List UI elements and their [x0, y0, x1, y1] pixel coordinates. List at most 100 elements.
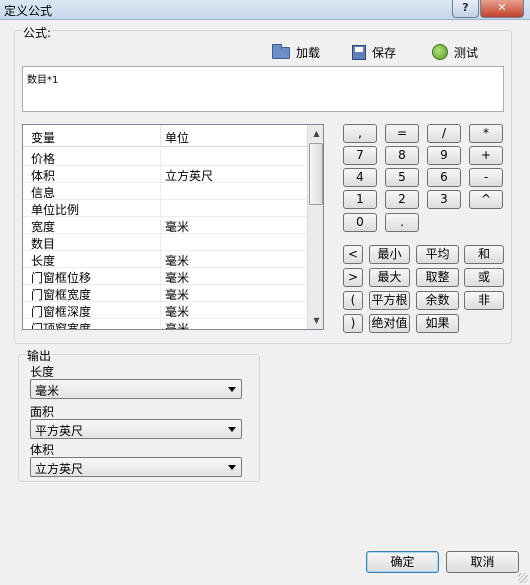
title-bar[interactable]: 定义公式 ? ✕: [0, 0, 530, 20]
cell-variable: 价格: [31, 152, 56, 166]
key-abs[interactable]: 绝对值: [369, 314, 410, 333]
cell-variable: 门窗框宽度: [31, 288, 92, 302]
volume-unit-select[interactable]: 立方英尺: [30, 457, 242, 477]
cancel-button[interactable]: 取消: [446, 551, 519, 573]
cell-variable: 信息: [31, 186, 56, 200]
cell-unit: 毫米: [165, 288, 190, 302]
key-6[interactable]: 6: [427, 168, 461, 187]
key-round[interactable]: 取整: [416, 268, 459, 287]
key-equals[interactable]: =: [385, 124, 419, 143]
key-power[interactable]: ^: [469, 190, 503, 209]
cell-variable: 单位比例: [31, 203, 80, 217]
cell-variable: 数目: [31, 237, 56, 251]
table-row[interactable]: 长度 毫米: [23, 251, 307, 268]
table-row[interactable]: 门窗框深度 毫米: [23, 302, 307, 319]
header-divider: [160, 125, 161, 147]
key-divide[interactable]: /: [427, 124, 461, 143]
key-sqrt[interactable]: 平方根: [369, 291, 410, 310]
key-min[interactable]: 最小: [369, 245, 410, 264]
cell-variable: 门窗框位移: [31, 271, 92, 285]
window-title: 定义公式: [4, 4, 53, 18]
key-greater-than[interactable]: >: [343, 268, 363, 287]
key-or[interactable]: 或: [464, 268, 504, 287]
chevron-down-icon: [228, 427, 236, 432]
ok-button[interactable]: 确定: [366, 551, 439, 573]
chevron-down-icon: [228, 387, 236, 392]
scroll-up-arrow-icon[interactable]: ▲: [308, 125, 323, 142]
table-row[interactable]: 门窗框宽度 毫米: [23, 285, 307, 302]
key-3[interactable]: 3: [427, 190, 461, 209]
key-4[interactable]: 4: [343, 168, 377, 187]
volume-unit-value: 立方英尺: [35, 462, 84, 476]
volume-label: 体积: [30, 443, 55, 457]
key-9[interactable]: 9: [427, 146, 461, 165]
table-row[interactable]: 价格: [23, 149, 307, 166]
define-formula-dialog: 定义公式 ? ✕ 公式: 加载 保存 测试 数目*1 变量 单位 价格 体积 立方…: [0, 0, 530, 585]
output-group-label: 输出: [26, 347, 53, 364]
close-button[interactable]: ✕: [480, 0, 524, 18]
chevron-down-icon: [228, 465, 236, 470]
table-row[interactable]: 门顶窗宽度 毫米: [23, 319, 307, 330]
key-plus[interactable]: +: [469, 146, 503, 165]
key-0[interactable]: 0: [343, 213, 377, 232]
table-row[interactable]: 信息: [23, 183, 307, 200]
key-8[interactable]: 8: [385, 146, 419, 165]
table-row[interactable]: 体积 立方英尺: [23, 166, 307, 183]
cell-unit: 毫米: [165, 220, 190, 234]
key-multiply[interactable]: *: [469, 124, 503, 143]
test-label: 测试: [454, 45, 479, 60]
scroll-thumb[interactable]: [309, 143, 323, 205]
floppy-save-icon: [352, 44, 366, 60]
key-modulo[interactable]: 余数: [416, 291, 459, 310]
scroll-down-arrow-icon[interactable]: ▼: [308, 312, 323, 329]
key-open-paren[interactable]: (: [343, 291, 363, 310]
key-2[interactable]: 2: [385, 190, 419, 209]
cell-unit: 毫米: [165, 305, 190, 319]
key-minus[interactable]: -: [469, 168, 503, 187]
table-scrollbar[interactable]: ▲ ▼: [307, 125, 323, 329]
key-comma[interactable]: ,: [343, 124, 377, 143]
variables-table[interactable]: 变量 单位 价格 体积 立方英尺 信息 单位比例 宽度 毫米 数目 长度 毫米 门窗框…: [22, 124, 324, 330]
key-average[interactable]: 平均: [416, 245, 459, 264]
table-row[interactable]: 门窗框位移 毫米: [23, 268, 307, 285]
key-if[interactable]: 如果: [416, 314, 459, 333]
key-1[interactable]: 1: [343, 190, 377, 209]
cell-unit: 毫米: [165, 271, 190, 285]
resize-grip-icon[interactable]: [518, 573, 528, 583]
table-row[interactable]: 数目: [23, 234, 307, 251]
key-not[interactable]: 非: [464, 291, 504, 310]
cell-unit: 毫米: [165, 322, 190, 330]
formula-group-label: 公式:: [22, 24, 53, 41]
cell-variable: 门顶窗宽度: [31, 322, 92, 330]
folder-icon: [272, 44, 290, 59]
cell-unit: 立方英尺: [165, 169, 214, 183]
column-header-unit[interactable]: 单位: [165, 129, 189, 146]
cell-variable: 门窗框深度: [31, 305, 92, 319]
save-button[interactable]: 保存: [352, 42, 396, 62]
cell-unit: 毫米: [165, 254, 190, 268]
table-header: 变量 单位: [23, 125, 307, 147]
table-row[interactable]: 单位比例: [23, 200, 307, 217]
load-button[interactable]: 加载: [272, 42, 320, 62]
table-row[interactable]: 宽度 毫米: [23, 217, 307, 234]
test-icon: [432, 44, 448, 60]
help-button[interactable]: ?: [452, 0, 479, 18]
key-max[interactable]: 最大: [369, 268, 410, 287]
key-and[interactable]: 和: [464, 245, 504, 264]
key-5[interactable]: 5: [385, 168, 419, 187]
cell-variable: 长度: [31, 254, 56, 268]
column-header-variable[interactable]: 变量: [31, 129, 55, 146]
test-button[interactable]: 测试: [432, 42, 478, 62]
cell-variable: 体积: [31, 169, 56, 183]
key-7[interactable]: 7: [343, 146, 377, 165]
key-close-paren[interactable]: ): [343, 314, 363, 333]
formula-input[interactable]: 数目*1: [22, 66, 504, 112]
key-decimal[interactable]: .: [385, 213, 419, 232]
length-unit-value: 毫米: [35, 384, 60, 398]
area-unit-select[interactable]: 平方英尺: [30, 419, 242, 439]
cell-variable: 宽度: [31, 220, 56, 234]
length-unit-select[interactable]: 毫米: [30, 379, 242, 399]
key-less-than[interactable]: <: [343, 245, 363, 264]
area-unit-value: 平方英尺: [35, 424, 84, 438]
area-label: 面积: [30, 405, 55, 419]
